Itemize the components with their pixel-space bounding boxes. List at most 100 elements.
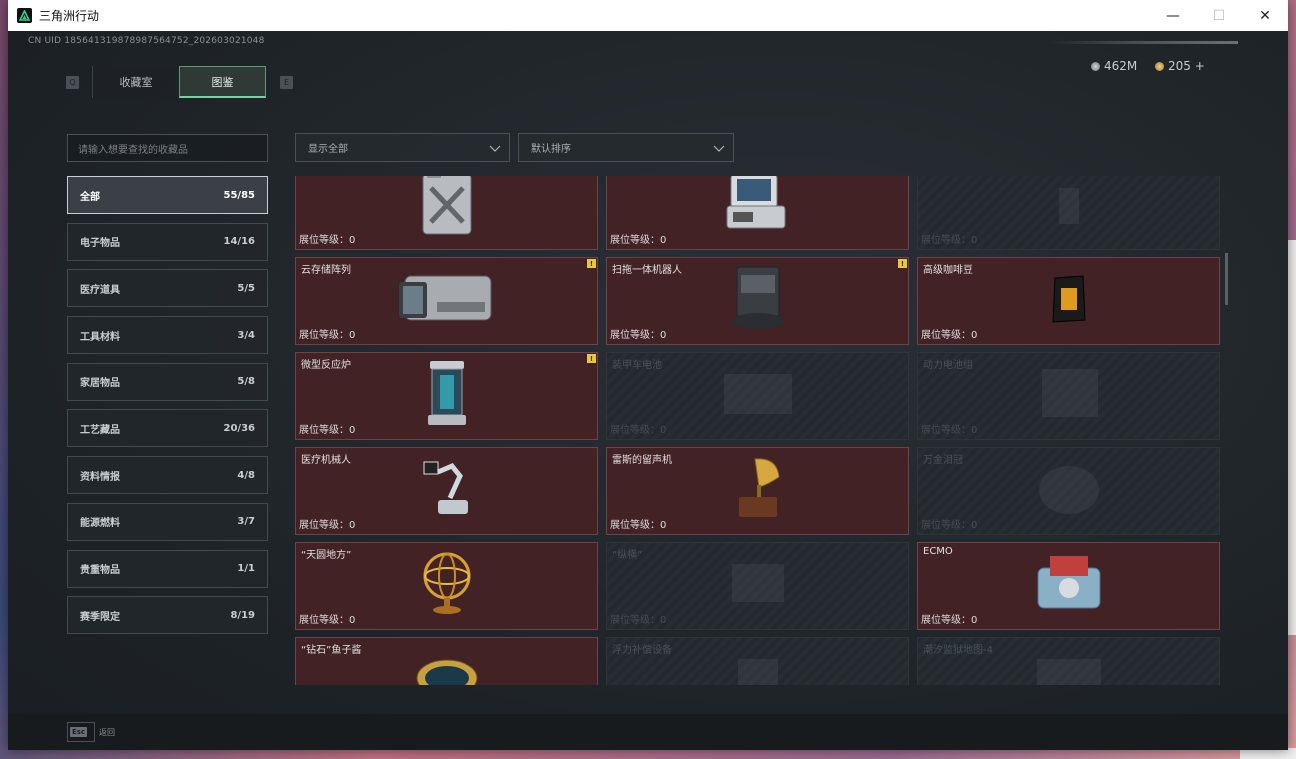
collection-item-card[interactable]: 动力电池组 展位等级：0: [917, 352, 1220, 440]
battery-pack-icon: [1019, 359, 1119, 427]
collection-item-card[interactable]: “纵横” 展位等级：0: [606, 542, 909, 630]
window-title: 三角洲行动: [39, 9, 100, 23]
category-energy[interactable]: 能源燃料 3/7: [67, 502, 268, 541]
item-name: 潮汐监狱地图-4: [923, 645, 993, 656]
minimize-button[interactable]: —: [1150, 0, 1196, 31]
storage-array-icon: [397, 264, 497, 332]
category-label: 工艺藏品: [80, 424, 120, 436]
close-button[interactable]: ✕: [1242, 0, 1288, 31]
collection-item-card[interactable]: 展位等级：0: [917, 176, 1220, 250]
back-label: 返回: [99, 728, 115, 737]
item-name: 高级咖啡豆: [923, 265, 973, 276]
item-name: 浮力补偿设备: [612, 645, 672, 656]
item-level: 展位等级：0: [610, 330, 667, 341]
category-label: 家居物品: [80, 378, 120, 390]
item-level: 展位等级：0: [610, 235, 667, 246]
tab-label: 收藏室: [119, 76, 153, 89]
bottom-bar: Esc 返回: [8, 714, 1288, 750]
category-all[interactable]: 全部 55/85: [67, 176, 268, 214]
tab-collection-room[interactable]: 收藏室: [92, 66, 179, 98]
item-level: 展位等级：0: [921, 235, 978, 246]
collection-item-card[interactable]: 雷斯的留声机 展位等级：0: [606, 447, 909, 535]
minimize-icon: —: [1166, 7, 1180, 24]
category-household[interactable]: 家居物品 5/8: [67, 362, 268, 401]
collection-item-card[interactable]: “天圆地方” 展位等级：0: [295, 542, 598, 630]
item-level: 展位等级：0: [610, 425, 667, 436]
coffee-bag-icon: [1019, 264, 1119, 332]
currency-hafcoin-value: 462M: [1104, 59, 1138, 73]
category-label: 医疗道具: [80, 284, 120, 296]
filter-dropdown[interactable]: 显示全部: [295, 133, 510, 162]
category-count: 1/1: [237, 563, 255, 574]
item-name: 扫拖一体机器人: [612, 265, 682, 276]
filter-dropdown-value: 显示全部: [308, 144, 348, 155]
category-electronics[interactable]: 电子物品 14/16: [67, 222, 268, 261]
item-name: ECMO: [923, 546, 953, 557]
header-decoration: [1048, 41, 1238, 44]
category-intel[interactable]: 资料情报 4/8: [67, 456, 268, 495]
new-alert-icon: !: [898, 259, 907, 268]
delta-logo-icon: [17, 8, 32, 23]
key-hint-q: Q: [66, 76, 79, 89]
item-level: 展位等级：0: [610, 520, 667, 531]
item-name: 动力电池组: [923, 360, 973, 371]
collection-item-card[interactable]: “钻石”鱼子酱: [295, 637, 598, 685]
category-count: 55/85: [223, 189, 255, 201]
collection-grid: 展位等级：0 展位等级：0 展位等级：0 云存储阵列 展位等级：0! 扫拖一体机器人 展位等…: [295, 176, 1220, 685]
back-button[interactable]: Esc: [67, 722, 95, 742]
grid-scrollbar[interactable]: [1225, 253, 1228, 305]
category-valuables[interactable]: 贵重物品 1/1: [67, 549, 268, 588]
sort-dropdown[interactable]: 默认排序: [518, 133, 734, 162]
tab-codex[interactable]: 图鉴: [179, 66, 266, 98]
category-medical[interactable]: 医疗道具 5/5: [67, 269, 268, 308]
map-icon: [1019, 644, 1119, 685]
chessboard-icon: [708, 549, 808, 617]
collection-item-card[interactable]: ECMO 展位等级：0: [917, 542, 1220, 630]
item-level: 展位等级：0: [299, 520, 356, 531]
bcd-icon: [708, 644, 808, 685]
collection-item-card[interactable]: 装甲车电池展位等级：0: [606, 352, 909, 440]
mop-robot-icon: [708, 264, 808, 332]
collection-item-card[interactable]: 医疗机械人展位等级：0: [295, 447, 598, 535]
tab-bar: 收藏室 图鉴: [92, 66, 266, 98]
tab-label: 图鉴: [211, 75, 234, 89]
item-name: 装甲车电池: [612, 360, 662, 371]
hafcoin-icon: [1091, 61, 1100, 71]
category-label: 工具材料: [80, 331, 120, 343]
category-season[interactable]: 赛季限定 8/19: [67, 596, 268, 635]
collection-item-card[interactable]: 云存储阵列 展位等级：0!: [295, 257, 598, 345]
new-alert-icon: !: [587, 354, 596, 363]
collection-item-card[interactable]: 展位等级：0: [295, 176, 598, 250]
category-label: 电子物品: [80, 238, 120, 250]
collection-item-card[interactable]: 潮汐监狱地图-4: [917, 637, 1220, 685]
maximize-icon: ☐: [1212, 7, 1226, 24]
item-name: “天圆地方”: [301, 550, 352, 561]
armillary-icon: [397, 549, 497, 617]
search-input[interactable]: 请输入想要查找的收藏品: [67, 134, 268, 162]
maximize-button[interactable]: ☐: [1196, 0, 1242, 31]
currency-coupon[interactable]: 205 +: [1155, 59, 1205, 73]
close-icon: ✕: [1259, 7, 1271, 24]
item-name: 微型反应炉: [301, 360, 351, 371]
category-tools[interactable]: 工具材料 3/4: [67, 316, 268, 355]
category-crafts[interactable]: 工艺藏品 20/36: [67, 409, 268, 448]
item-level: 展位等级：0: [921, 520, 978, 531]
item-name: 雷斯的留声机: [612, 455, 672, 466]
collection-item-card[interactable]: 微型反应炉展位等级：0!: [295, 352, 598, 440]
collection-item-card[interactable]: 万金泪冠 展位等级：0: [917, 447, 1220, 535]
gramophone-icon: [708, 454, 808, 522]
item-name: 医疗机械人: [301, 455, 351, 466]
category-label: 全部: [80, 191, 100, 203]
category-label: 资料情报: [80, 471, 120, 483]
new-alert-icon: !: [587, 259, 596, 268]
collection-item-card[interactable]: 扫拖一体机器人 展位等级：0!: [606, 257, 909, 345]
collection-item-card[interactable]: 浮力补偿设备: [606, 637, 909, 685]
medical-robot-icon: [397, 454, 497, 522]
item-level: 展位等级：0: [299, 425, 356, 436]
collection-item-card[interactable]: 展位等级：0: [606, 176, 909, 250]
collection-item-card[interactable]: 高级咖啡豆 展位等级：0: [917, 257, 1220, 345]
key-hint-e: E: [280, 76, 293, 89]
desktop-background-window: [1288, 240, 1296, 635]
item-level: 展位等级：0: [299, 615, 356, 626]
category-list: 全部 55/85 电子物品 14/16 医疗道具 5/5 工具材料 3/4 家居物品 5/…: [67, 176, 268, 643]
